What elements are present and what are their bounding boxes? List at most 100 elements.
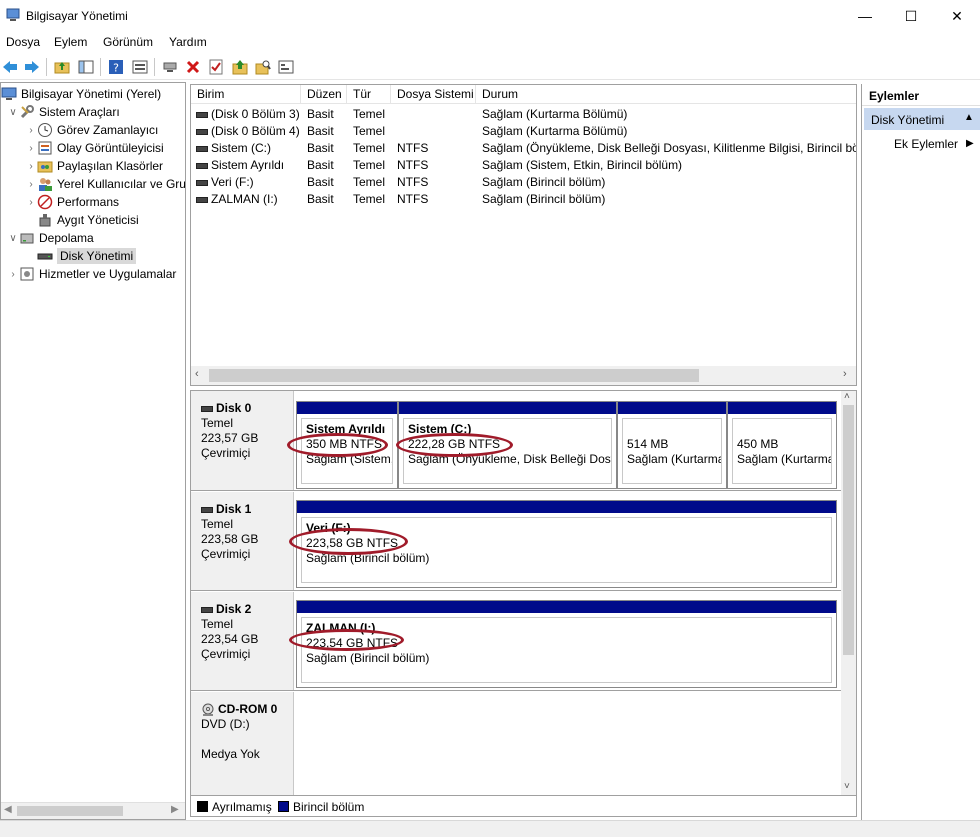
- help-icon[interactable]: ?: [107, 58, 125, 76]
- disk-kind: Temel: [201, 517, 234, 531]
- menu-view[interactable]: Görünüm: [103, 35, 153, 49]
- tree-item-shared-folders[interactable]: › Paylaşılan Klasörler: [25, 157, 163, 175]
- volume-name: Veri (F:): [196, 175, 254, 189]
- volume-name: Sistem Ayrıldı: [196, 158, 284, 172]
- volume-name: ZALMAN (I:): [196, 192, 278, 206]
- volume-filesystem: NTFS: [397, 175, 429, 189]
- disk-label[interactable]: CD-ROM 0 DVD (D:) Medya Yok: [191, 692, 294, 795]
- maximize-button[interactable]: ☐: [888, 0, 934, 32]
- drive-icon: [196, 196, 208, 203]
- svg-text:?: ?: [113, 62, 119, 75]
- menu-help[interactable]: Yardım: [169, 35, 207, 49]
- scroll-right-icon[interactable]: ›: [843, 368, 847, 380]
- table-row[interactable]: Veri (F:) Basit Temel NTFS Sağlam (Birin…: [191, 174, 856, 191]
- disk-label[interactable]: Disk 0 Temel 223,57 GB Çevrimiçi: [191, 391, 294, 490]
- back-icon[interactable]: [1, 58, 19, 76]
- disk-icon: [201, 606, 213, 613]
- chevron-right-icon[interactable]: ›: [25, 143, 37, 154]
- table-row[interactable]: (Disk 0 Bölüm 3) Basit Temel Sağlam (Kur…: [191, 106, 856, 123]
- minimize-button[interactable]: —: [842, 0, 888, 32]
- partition-size: 223,54 GB NTFS: [306, 636, 399, 650]
- chevron-right-icon[interactable]: ›: [25, 197, 37, 208]
- disk-kind: Temel: [201, 416, 234, 430]
- volume-name-text: (Disk 0 Bölüm 4): [211, 124, 300, 138]
- close-button[interactable]: ✕: [934, 0, 980, 32]
- tree-item-services-apps[interactable]: › Hizmetler ve Uygulamalar: [7, 265, 176, 283]
- menu-file[interactable]: Dosya: [6, 35, 40, 49]
- properties-view-icon[interactable]: [131, 58, 149, 76]
- partition-recovery-2[interactable]: 450 MB Sağlam (Kurtarma: [727, 401, 837, 489]
- disk-size: 223,58 GB: [201, 532, 259, 546]
- collapse-up-icon[interactable]: ▲: [964, 112, 974, 123]
- partition-status: Sağlam (Kurtarma: [737, 452, 832, 466]
- disk-label[interactable]: Disk 2 Temel 223,54 GB Çevrimiçi: [191, 592, 294, 690]
- disk-view-vertical-scrollbar[interactable]: ˄ ˅: [841, 391, 856, 795]
- checklist-icon[interactable]: [207, 58, 225, 76]
- scrollbar-thumb[interactable]: [17, 806, 123, 816]
- scrollbar-thumb[interactable]: [209, 369, 699, 382]
- scroll-down-icon[interactable]: ˅: [844, 781, 850, 792]
- more-actions-item[interactable]: Ek Eylemler ▶: [894, 137, 974, 151]
- volume-filesystem: NTFS: [397, 192, 429, 206]
- chevron-right-icon[interactable]: ›: [25, 179, 37, 190]
- storage-icon: [20, 233, 34, 244]
- chevron-right-icon[interactable]: ›: [25, 161, 37, 172]
- table-row[interactable]: Sistem Ayrıldı Basit Temel NTFS Sağlam (…: [191, 157, 856, 174]
- volume-status: Sağlam (Kurtarma Bölümü): [482, 107, 628, 121]
- column-header-status[interactable]: Durum: [476, 85, 856, 104]
- legend-swatch-primary: [278, 801, 289, 812]
- users-icon: [39, 178, 52, 191]
- table-row[interactable]: ZALMAN (I:) Basit Temel NTFS Sağlam (Bir…: [191, 191, 856, 208]
- tree-item-system-tools[interactable]: ∨ Sistem Araçları: [7, 103, 120, 121]
- forward-icon[interactable]: [23, 58, 41, 76]
- show-hide-tree-icon[interactable]: [77, 58, 95, 76]
- tree-item-task-scheduler[interactable]: › Görev Zamanlayıcı: [25, 121, 158, 139]
- tree-horizontal-scrollbar[interactable]: ◀ ▶: [1, 802, 185, 819]
- disk-name: CD-ROM 0: [218, 702, 278, 716]
- table-row[interactable]: (Disk 0 Bölüm 4) Basit Temel Sağlam (Kur…: [191, 123, 856, 140]
- search-folder-icon[interactable]: [254, 58, 272, 76]
- scroll-right-icon[interactable]: ▶: [171, 804, 179, 815]
- partition-recovery-1[interactable]: 514 MB Sağlam (Kurtarma: [617, 401, 727, 489]
- scroll-up-icon[interactable]: ˄: [844, 391, 850, 402]
- volume-list-horizontal-scrollbar[interactable]: ‹ ›: [191, 366, 856, 385]
- partition-header: [728, 402, 836, 414]
- tree-item-device-manager[interactable]: Aygıt Yöneticisi: [37, 211, 139, 229]
- tree-item-event-viewer[interactable]: › Olay Görüntüleyicisi: [25, 139, 163, 157]
- partition-zalman-i[interactable]: ZALMAN (I:) 223,54 GB NTFS Sağlam (Birin…: [296, 600, 837, 688]
- tree-item-root[interactable]: Bilgisayar Yönetimi (Yerel): [1, 85, 161, 103]
- menu-action[interactable]: Eylem: [54, 35, 87, 49]
- tree-item-local-users[interactable]: › Yerel Kullanıcılar ve Gru: [25, 175, 185, 193]
- column-header-type[interactable]: Tür: [347, 85, 391, 104]
- tree-item-storage[interactable]: ∨ Depolama: [7, 229, 93, 247]
- shared-folder-icon: [37, 161, 53, 173]
- chevron-right-icon[interactable]: ›: [25, 125, 37, 136]
- tree-item-disk-management[interactable]: Disk Yönetimi: [37, 247, 137, 265]
- connect-icon[interactable]: [161, 58, 179, 76]
- partition-system-reserved[interactable]: Sistem Ayrıldı 350 MB NTFS Sağlam (Siste…: [296, 401, 398, 489]
- scroll-left-icon[interactable]: ◀: [4, 804, 12, 815]
- tree-label: Sistem Araçları: [39, 105, 120, 119]
- table-row[interactable]: Sistem (C:) Basit Temel NTFS Sağlam (Öny…: [191, 140, 856, 157]
- volume-name-text: Veri (F:): [211, 175, 254, 189]
- partition-system-c[interactable]: Sistem (C:) 222,28 GB NTFS Sağlam (Önyük…: [398, 401, 617, 489]
- disk-label[interactable]: Disk 1 Temel 223,58 GB Çevrimiçi: [191, 492, 294, 590]
- column-header-filesystem[interactable]: Dosya Sistemi: [391, 85, 476, 104]
- scrollbar-thumb[interactable]: [843, 405, 854, 655]
- column-header-layout[interactable]: Düzen: [301, 85, 347, 104]
- console-icon[interactable]: [277, 58, 295, 76]
- clock-icon: [38, 123, 52, 137]
- chevron-down-icon[interactable]: ∨: [7, 107, 19, 118]
- scroll-left-icon[interactable]: ‹: [195, 368, 199, 380]
- chevron-right-icon[interactable]: ›: [7, 269, 19, 280]
- folder-up-icon[interactable]: [231, 58, 249, 76]
- legend: Ayrılmamış Birincil bölüm: [190, 796, 857, 817]
- chevron-down-icon[interactable]: ∨: [7, 233, 19, 244]
- computer-management-icon: [1, 87, 17, 100]
- delete-icon[interactable]: [184, 58, 202, 76]
- column-header-volume[interactable]: Birim: [191, 85, 301, 104]
- tree-item-performance[interactable]: › Performans: [25, 193, 119, 211]
- partition-data-f[interactable]: Veri (F:) 223,58 GB NTFS Sağlam (Birinci…: [296, 500, 837, 588]
- actions-section-disk-management[interactable]: Disk Yönetimi ▲: [864, 108, 980, 130]
- up-folder-icon[interactable]: [53, 58, 71, 76]
